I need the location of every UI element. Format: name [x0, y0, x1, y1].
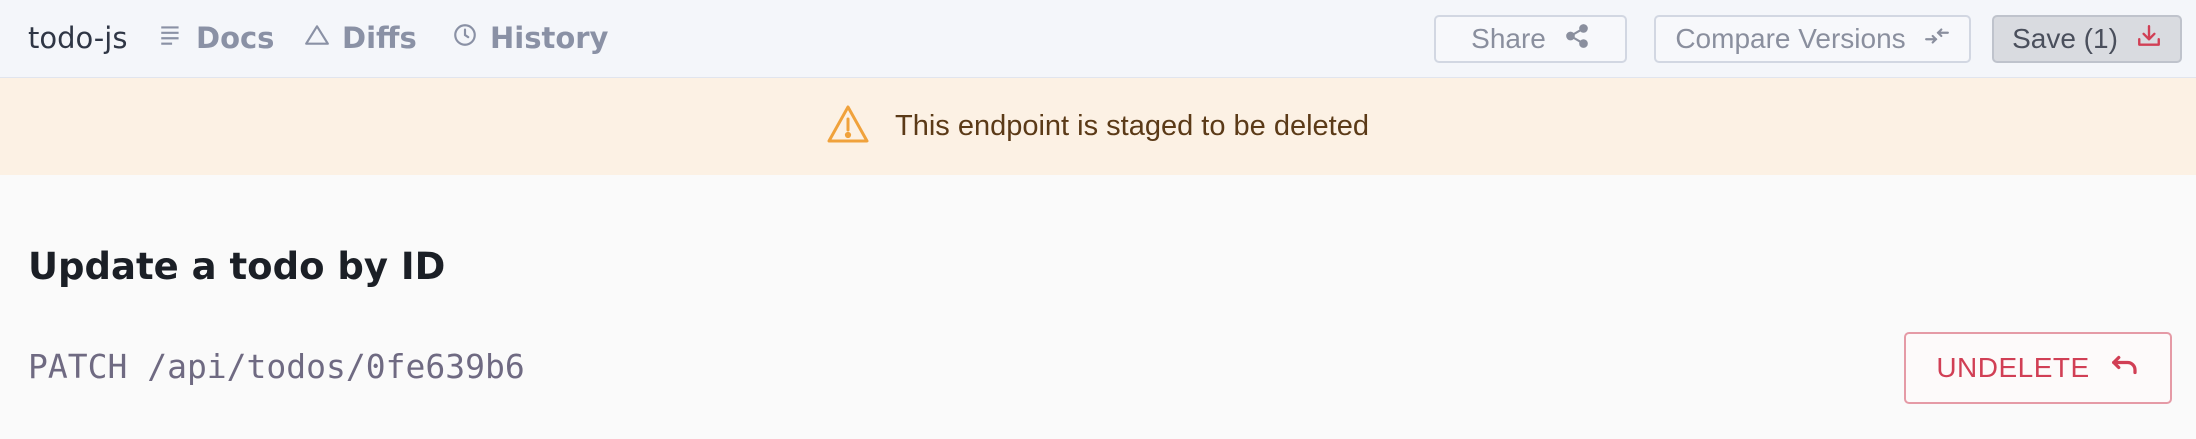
project-name[interactable]: todo-js: [28, 18, 127, 58]
diffs-icon: [304, 21, 330, 55]
download-icon: [2136, 23, 2162, 56]
compare-arrows-icon: [1924, 23, 1950, 56]
warning-icon: [827, 104, 869, 149]
nav-history-label: History: [490, 21, 609, 55]
undelete-button-label: UNDELETE: [1936, 352, 2090, 383]
endpoint-detail-panel: Update a todo by ID PATCH /api/todos/0fe…: [0, 175, 2196, 439]
compare-versions-label: Compare Versions: [1675, 23, 1906, 54]
nav-docs-label: Docs: [196, 21, 275, 55]
page-title: Update a todo by ID: [28, 245, 446, 288]
banner-message: This endpoint is staged to be deleted: [895, 110, 1369, 142]
endpoint-method-path: PATCH /api/todos/0fe639b6: [28, 347, 525, 386]
share-button[interactable]: Share: [1434, 15, 1627, 63]
deletion-warning-banner: This endpoint is staged to be deleted: [0, 78, 2196, 175]
share-button-label: Share: [1471, 23, 1546, 54]
save-button[interactable]: Save (1): [1992, 15, 2182, 63]
top-navigation-bar: todo-js Docs Diffs History Share Compare…: [0, 0, 2196, 78]
compare-versions-button[interactable]: Compare Versions: [1654, 15, 1971, 63]
undelete-button[interactable]: UNDELETE: [1904, 332, 2172, 404]
nav-history[interactable]: History: [452, 18, 608, 58]
share-icon: [1564, 23, 1590, 56]
nav-docs[interactable]: Docs: [158, 18, 274, 58]
nav-diffs[interactable]: Diffs: [304, 18, 417, 58]
save-button-label: Save (1): [2012, 23, 2118, 54]
history-icon: [452, 21, 478, 55]
undo-icon: [2110, 350, 2140, 387]
docs-icon: [158, 21, 184, 55]
nav-diffs-label: Diffs: [342, 21, 417, 55]
